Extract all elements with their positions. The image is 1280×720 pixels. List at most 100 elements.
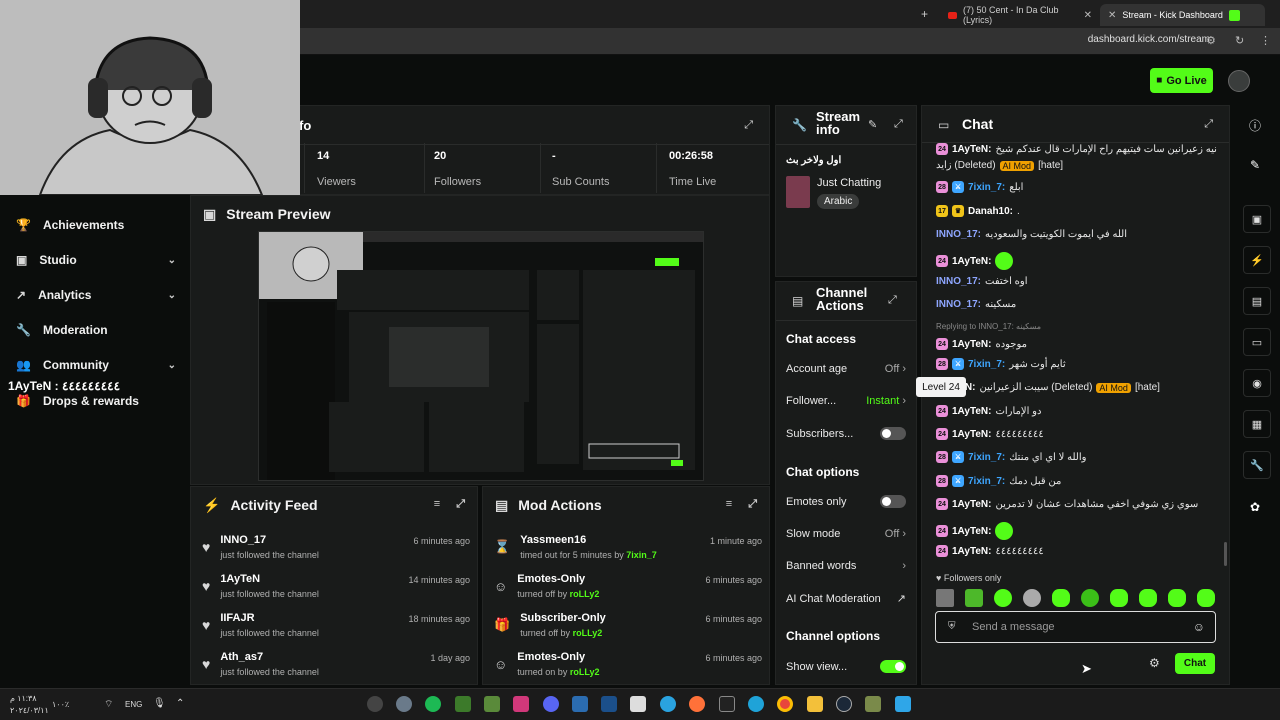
emote-icon[interactable] xyxy=(965,589,983,607)
chat-username[interactable]: Danah10: xyxy=(968,206,1013,217)
chat-username[interactable]: 1AyTeN: xyxy=(952,499,991,510)
account-age-setting[interactable]: Account age Off › xyxy=(786,363,906,375)
emote-icon[interactable] xyxy=(1081,589,1099,607)
level-badge-icon[interactable]: 24 xyxy=(936,525,948,537)
tab-kick-dashboard[interactable]: ✕ Stream - Kick Dashboard xyxy=(1100,4,1265,26)
rail-save-icon[interactable]: ▦ xyxy=(1243,410,1271,438)
close-tab-icon[interactable]: ✕ xyxy=(1108,10,1116,21)
menu-dots-icon[interactable]: ⋮ xyxy=(1260,34,1271,47)
rail-chat-icon[interactable]: ▭ xyxy=(1243,328,1271,356)
taskbar-security-icon[interactable] xyxy=(572,696,588,712)
moderator-badge-icon[interactable]: ⚔ xyxy=(952,475,964,487)
moderator-badge-icon[interactable]: ⚔ xyxy=(952,451,964,463)
expand-icon[interactable]: ⤢ xyxy=(744,119,753,132)
level-badge-icon[interactable]: 24 xyxy=(936,545,948,557)
rail-wrench-icon[interactable]: 🔧 xyxy=(1243,451,1271,479)
category-name[interactable]: Just Chatting xyxy=(817,177,881,189)
level-badge-icon[interactable]: 24 xyxy=(936,338,948,350)
sidebar-item-studio[interactable]: ▣ Studio ⌄ xyxy=(16,253,176,267)
chat-username[interactable]: 1AyTeN: xyxy=(952,546,991,557)
ai-chat-moderation-setting[interactable]: AI Chat Moderation ↗ xyxy=(786,592,906,606)
level-badge-icon[interactable]: 24 xyxy=(936,143,948,155)
rail-record-icon[interactable]: ◉ xyxy=(1243,369,1271,397)
chat-scrollbar[interactable] xyxy=(1224,542,1227,566)
taskbar-app-icon[interactable] xyxy=(484,696,500,712)
expand-icon[interactable]: ⤢ xyxy=(456,498,465,511)
rail-apps-icon[interactable]: ✿ xyxy=(1250,500,1260,514)
stream-preview-video[interactable] xyxy=(258,231,704,481)
tab-youtube[interactable]: (7) 50 Cent - In Da Club (Lyrics) ✕ xyxy=(940,4,1100,26)
gear-icon[interactable]: ⚙ xyxy=(1149,656,1160,670)
taskbar-calendar-icon[interactable] xyxy=(630,696,646,712)
taskbar-minecraft-icon[interactable] xyxy=(455,696,471,712)
chat-username[interactable]: 1AyTeN: xyxy=(952,256,991,267)
emote-icon[interactable] xyxy=(1197,589,1215,607)
user-avatar[interactable] xyxy=(1228,70,1250,92)
taskbar-epic-icon[interactable] xyxy=(719,696,735,712)
expand-icon[interactable]: ⤢ xyxy=(888,294,897,307)
expand-icon[interactable]: ⤢ xyxy=(1204,118,1213,131)
slow-mode-setting[interactable]: Slow mode Off › xyxy=(786,528,906,540)
chat-input[interactable]: ⛨ Send a message ☺ xyxy=(935,611,1216,643)
chat-username[interactable]: 1AyTeN: xyxy=(952,339,991,350)
close-tab-icon[interactable]: ✕ xyxy=(1084,10,1092,21)
tray-chevron-up-icon[interactable]: ⌃ xyxy=(176,698,184,709)
sidebar-item-analytics[interactable]: ↗ Analytics ⌄ xyxy=(16,288,176,302)
level-badge-icon[interactable]: 28 xyxy=(936,358,948,370)
emote-icon[interactable] xyxy=(1023,589,1041,607)
chat-username[interactable]: 1AyTeN: xyxy=(952,429,991,440)
level-badge-icon[interactable]: 24 xyxy=(936,428,948,440)
edit-icon[interactable]: ✎ xyxy=(868,118,877,131)
taskbar-spotify-icon[interactable] xyxy=(425,696,441,712)
taskbar-instagram-icon[interactable] xyxy=(513,696,529,712)
expand-icon[interactable]: ⤢ xyxy=(748,498,757,511)
go-live-button[interactable]: ■ Go Live xyxy=(1150,68,1213,93)
sidebar-item-moderation[interactable]: 🔧 Moderation xyxy=(16,323,176,337)
chat-username[interactable]: 7ixin_7: xyxy=(968,359,1005,370)
tray-language[interactable]: ENG xyxy=(125,700,142,709)
taskbar-settings-icon[interactable] xyxy=(396,696,412,712)
chat-username[interactable]: 7ixin_7: xyxy=(968,476,1005,487)
follower-setting[interactable]: Follower... Instant › xyxy=(786,395,906,407)
taskbar-steam-icon[interactable] xyxy=(836,696,852,712)
level-badge-icon[interactable]: 24 xyxy=(936,498,948,510)
emote-icon[interactable] xyxy=(994,589,1012,607)
chat-username[interactable]: INNO_17: xyxy=(936,229,981,240)
sidebar-item-drops-rewards[interactable]: 🎁 Drops & rewards xyxy=(16,394,176,408)
banned-words-setting[interactable]: Banned words › xyxy=(786,560,906,572)
level-badge-icon[interactable]: 24 xyxy=(936,405,948,417)
site-settings-icon[interactable]: ⚙ xyxy=(1206,34,1216,47)
info-icon[interactable]: ⓘ xyxy=(1249,117,1261,134)
emote-icon[interactable] xyxy=(1052,589,1070,607)
new-tab-icon[interactable]: + xyxy=(921,7,928,21)
taskbar-app-icon[interactable] xyxy=(367,696,383,712)
level-badge-icon[interactable]: 24 xyxy=(936,255,948,267)
moderator-badge-icon[interactable]: ⚔ xyxy=(952,181,964,193)
taskbar-chrome-icon[interactable] xyxy=(777,696,793,712)
taskbar-edge-icon[interactable] xyxy=(748,696,764,712)
filter-icon[interactable]: ≡ xyxy=(726,498,732,511)
show-viewers-toggle[interactable] xyxy=(880,660,906,673)
sidebar-item-community[interactable]: 👥 Community ⌄ xyxy=(16,358,176,372)
expand-icon[interactable]: ⤢ xyxy=(894,118,903,131)
filter-icon[interactable]: ≡ xyxy=(434,498,440,511)
rail-preview-icon[interactable]: ▣ xyxy=(1243,205,1271,233)
mic-icon[interactable]: 🎙 xyxy=(153,698,166,709)
taskbar-discord-icon[interactable] xyxy=(543,696,559,712)
edit-icon[interactable]: ✎ xyxy=(1250,158,1260,172)
tray-battery[interactable]: ١٠٠٪ xyxy=(52,700,69,709)
crown-badge-icon[interactable]: ♛ xyxy=(952,205,964,217)
taskbar-explorer-icon[interactable] xyxy=(807,696,823,712)
sidebar-item-achievements[interactable]: 🏆 Achievements xyxy=(16,218,176,232)
subscribers-toggle[interactable] xyxy=(880,427,906,440)
level-badge-icon[interactable]: 28 xyxy=(936,181,948,193)
windows-start-icon[interactable] xyxy=(895,696,911,712)
rail-lightning-icon[interactable]: ⚡ xyxy=(1243,246,1271,274)
chat-username[interactable]: 1AyTeN: xyxy=(952,406,991,417)
level-badge-icon[interactable]: 28 xyxy=(936,475,948,487)
moderator-badge-icon[interactable]: ⚔ xyxy=(952,358,964,370)
chat-username[interactable]: INNO_17: xyxy=(936,276,981,287)
emotes-only-toggle[interactable] xyxy=(880,495,906,508)
emoji-icon[interactable]: ☺ xyxy=(1193,620,1205,634)
emote-icon[interactable] xyxy=(1110,589,1128,607)
